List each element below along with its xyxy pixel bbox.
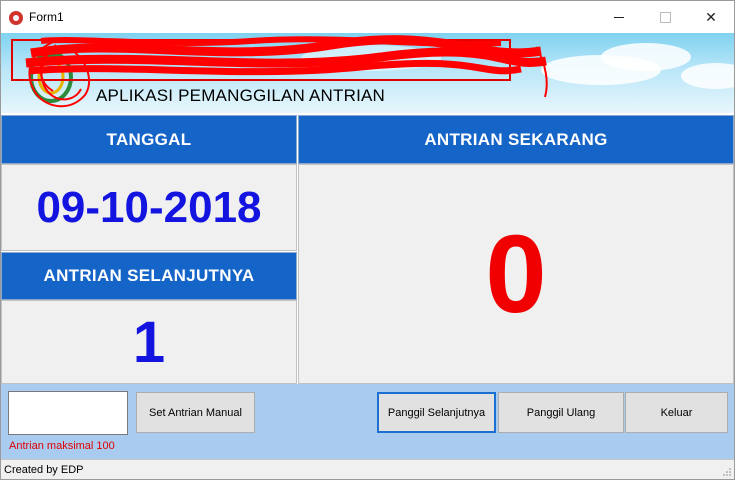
current-queue-header: ANTRIAN SEKARANG <box>298 115 734 164</box>
close-icon: ✕ <box>705 8 717 25</box>
window-title: Form1 <box>29 10 64 24</box>
call-next-button[interactable]: Panggil Selanjutnya <box>377 392 496 433</box>
date-header-label: TANGGAL <box>106 129 192 149</box>
app-title: APLIKASI PEMANGGILAN ANTRIAN <box>96 86 386 105</box>
max-queue-hint: Antrian maksimal 100 <box>9 440 115 452</box>
app-window: Form1 ✕ APLIKASI PEMANGGILAN ANTRIAN TAN… <box>0 0 735 480</box>
set-manual-label: Set Antrian Manual <box>149 406 242 419</box>
date-header: TANGGAL <box>1 115 297 164</box>
current-queue-value: 0 <box>485 212 547 336</box>
status-bar: Created by EDP <box>1 459 734 479</box>
minimize-button[interactable] <box>596 1 642 33</box>
status-text: Created by EDP <box>4 464 84 476</box>
date-body: 09-10-2018 <box>1 164 297 251</box>
maximize-button[interactable] <box>642 1 688 33</box>
title-bar[interactable]: Form1 ✕ <box>1 1 734 33</box>
call-again-label: Panggil Ulang <box>526 406 596 419</box>
current-queue-header-label: ANTRIAN SEKARANG <box>424 129 608 149</box>
app-icon <box>9 11 23 25</box>
next-queue-body: 1 <box>1 300 297 384</box>
exit-button[interactable]: Keluar <box>625 392 728 433</box>
set-manual-button[interactable]: Set Antrian Manual <box>136 392 255 433</box>
next-queue-header-label: ANTRIAN SELANJUTNYA <box>43 266 255 285</box>
call-again-button[interactable]: Panggil Ulang <box>498 392 624 433</box>
next-queue-header: ANTRIAN SELANJUTNYA <box>1 252 297 300</box>
call-next-label: Panggil Selanjutnya <box>387 406 486 419</box>
exit-label: Keluar <box>660 406 693 419</box>
header-banner: APLIKASI PEMANGGILAN ANTRIAN <box>1 33 734 113</box>
control-bar: Set Antrian Manual Panggil Selanjutnya P… <box>1 384 734 459</box>
close-button[interactable]: ✕ <box>688 1 734 33</box>
current-queue-body: 0 <box>298 164 734 384</box>
minimize-icon <box>614 16 624 18</box>
next-queue-value: 1 <box>132 309 166 375</box>
resize-grip-icon[interactable] <box>723 468 731 476</box>
date-value: 09-10-2018 <box>36 182 262 232</box>
maximize-icon <box>659 11 671 23</box>
manual-queue-input[interactable] <box>8 391 128 435</box>
